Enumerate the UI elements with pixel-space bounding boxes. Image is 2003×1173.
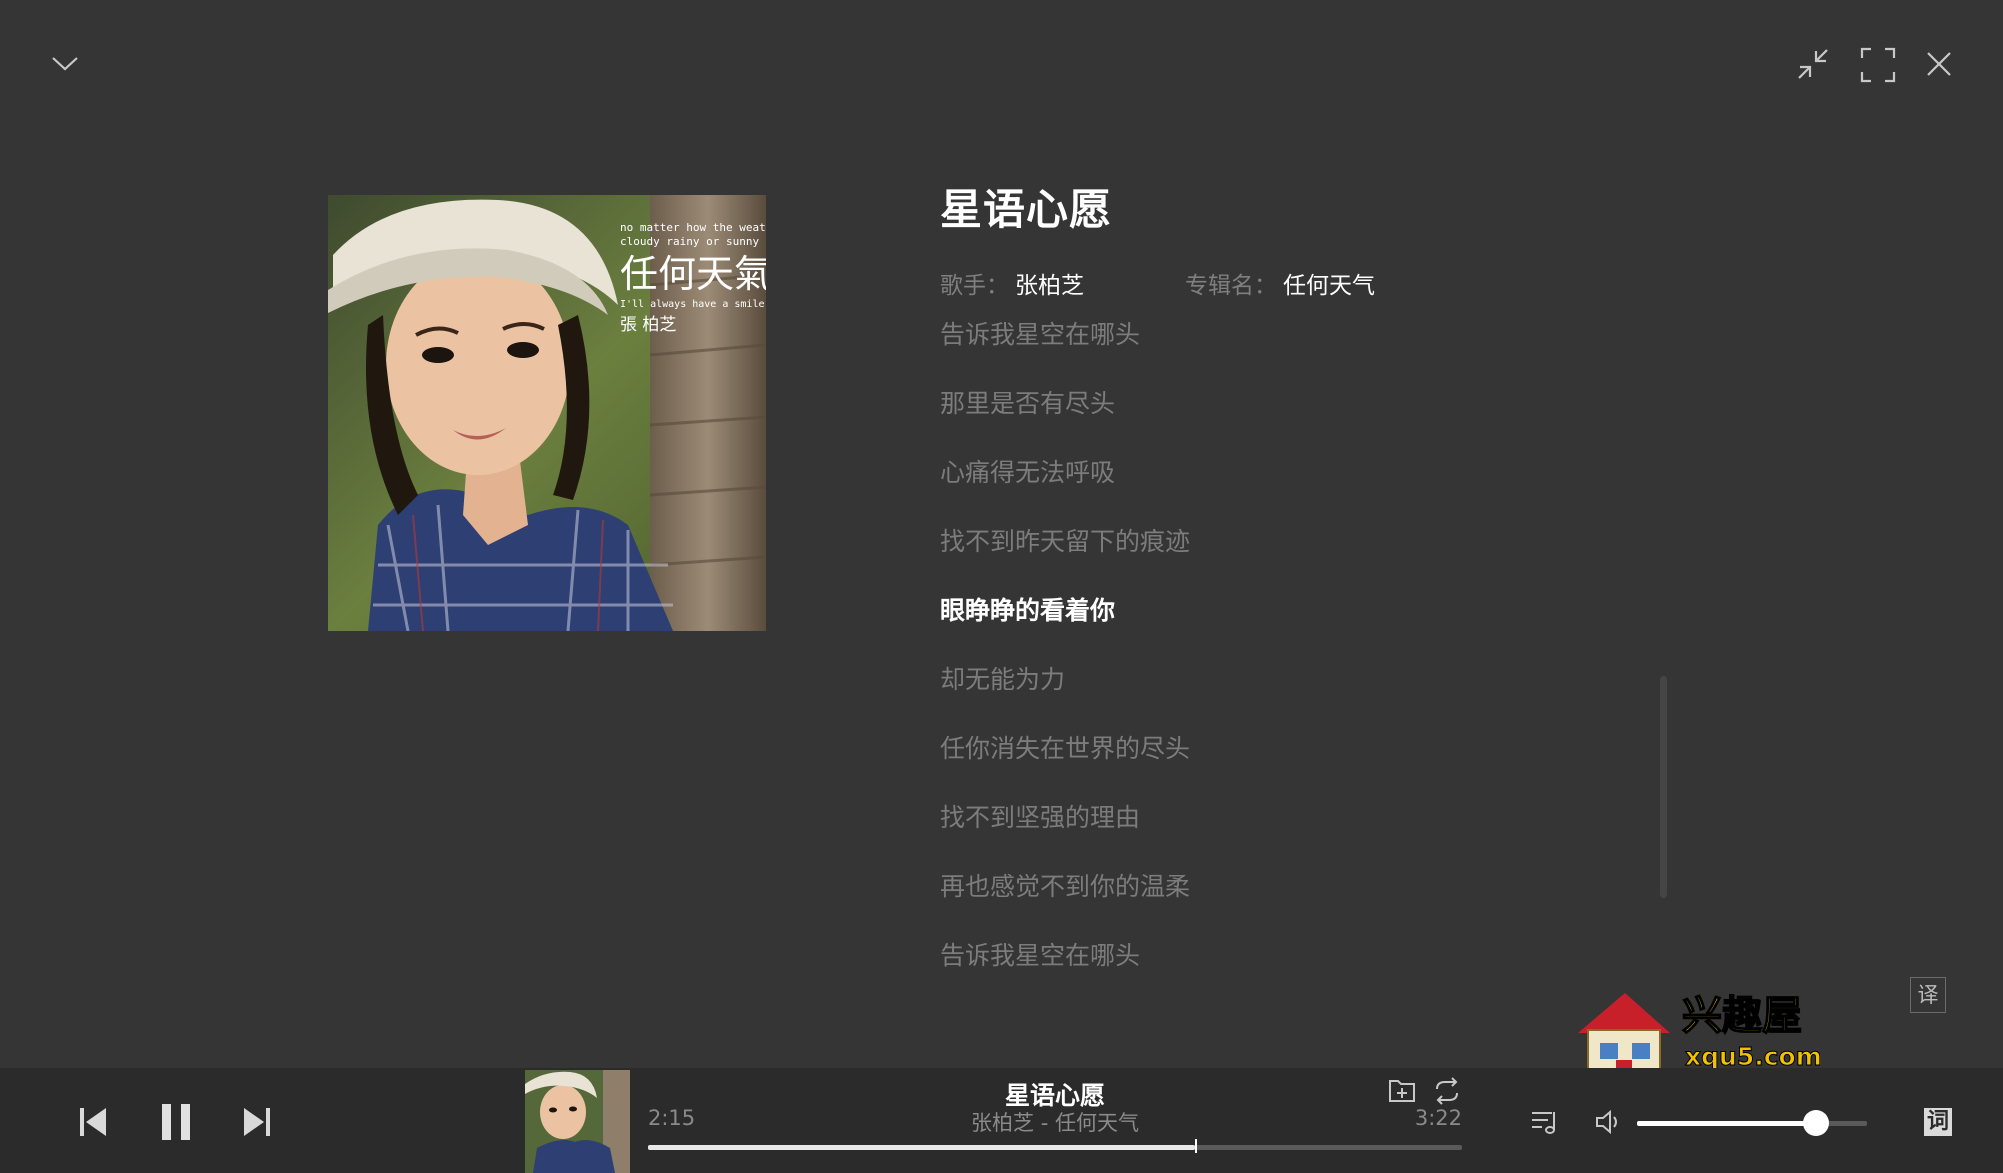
progress-handle[interactable] (1195, 1139, 1197, 1153)
previous-icon[interactable] (78, 1106, 108, 1138)
lyric-line[interactable]: 心痛得无法呼吸 (940, 450, 1500, 519)
player-song-subtitle: 张柏芝 - 任何天气 (840, 1107, 1270, 1137)
progress-fill (648, 1145, 1195, 1150)
fullscreen-icon[interactable] (1860, 47, 1896, 83)
singer-label: 歌手： (940, 266, 1009, 300)
progress-bar[interactable] (648, 1145, 1462, 1150)
lyrics-scrollbar[interactable] (1660, 676, 1667, 898)
lyric-line[interactable]: 再也感觉不到你的温柔 (940, 864, 1500, 933)
chevron-down-icon[interactable] (50, 52, 80, 74)
pause-icon[interactable] (160, 1102, 192, 1142)
cover-title: 任何天氣 (620, 252, 766, 296)
mini-album-cover[interactable] (525, 1070, 630, 1173)
album-label: 专辑名： (1185, 266, 1277, 300)
volume-icon[interactable] (1594, 1108, 1624, 1136)
lyric-line[interactable]: 告诉我星空在哪头 (940, 933, 1500, 1002)
cover-top-text: no matter how the weather (620, 221, 766, 234)
watermark-text: 兴趣屋 (1682, 993, 1802, 1039)
close-icon[interactable] (1926, 51, 1952, 77)
volume-slider[interactable] (1637, 1121, 1867, 1126)
current-time: 2:15 (648, 1106, 695, 1130)
song-title: 星语心愿 (940, 176, 1112, 237)
add-to-folder-icon[interactable] (1388, 1077, 1416, 1103)
total-time: 3:22 (1400, 1106, 1462, 1130)
next-icon[interactable] (242, 1106, 272, 1138)
cover-top-text-2: cloudy rainy or sunny (620, 235, 759, 248)
cover-bottom-text: I'll always have a smile (620, 299, 765, 310)
volume-fill (1637, 1121, 1816, 1126)
loop-icon[interactable] (1432, 1077, 1462, 1105)
lyrics-toggle-button[interactable]: 词 (1924, 1108, 1952, 1136)
lyric-line[interactable]: 找不到昨天留下的痕迹 (940, 519, 1500, 588)
lyric-line[interactable]: 任你消失在世界的尽头 (940, 726, 1500, 795)
album-name[interactable]: 任何天气 (1283, 266, 1375, 300)
lyrics-panel[interactable]: 告诉我星空在哪头那里是否有尽头心痛得无法呼吸找不到昨天留下的痕迹眼睁睁的看着你却… (940, 312, 1500, 1002)
lyric-line[interactable]: 那里是否有尽头 (940, 381, 1500, 450)
lyric-line-active[interactable]: 眼睁睁的看着你 (940, 588, 1500, 657)
translate-button[interactable]: 译 (1910, 977, 1946, 1013)
cover-artist: 張 柏芝 (620, 315, 676, 335)
album-cover: no matter how the weather cloudy rainy o… (328, 195, 766, 631)
singer-name[interactable]: 张柏芝 (1015, 266, 1084, 300)
shrink-arrows-icon[interactable] (1796, 47, 1830, 81)
lyric-line[interactable]: 告诉我星空在哪头 (940, 312, 1500, 381)
watermark-url: xqu5.com (1685, 1042, 1820, 1071)
lyric-line[interactable]: 找不到坚强的理由 (940, 795, 1500, 864)
playlist-icon[interactable] (1530, 1108, 1560, 1136)
lyric-line[interactable]: 却无能为力 (940, 657, 1500, 726)
